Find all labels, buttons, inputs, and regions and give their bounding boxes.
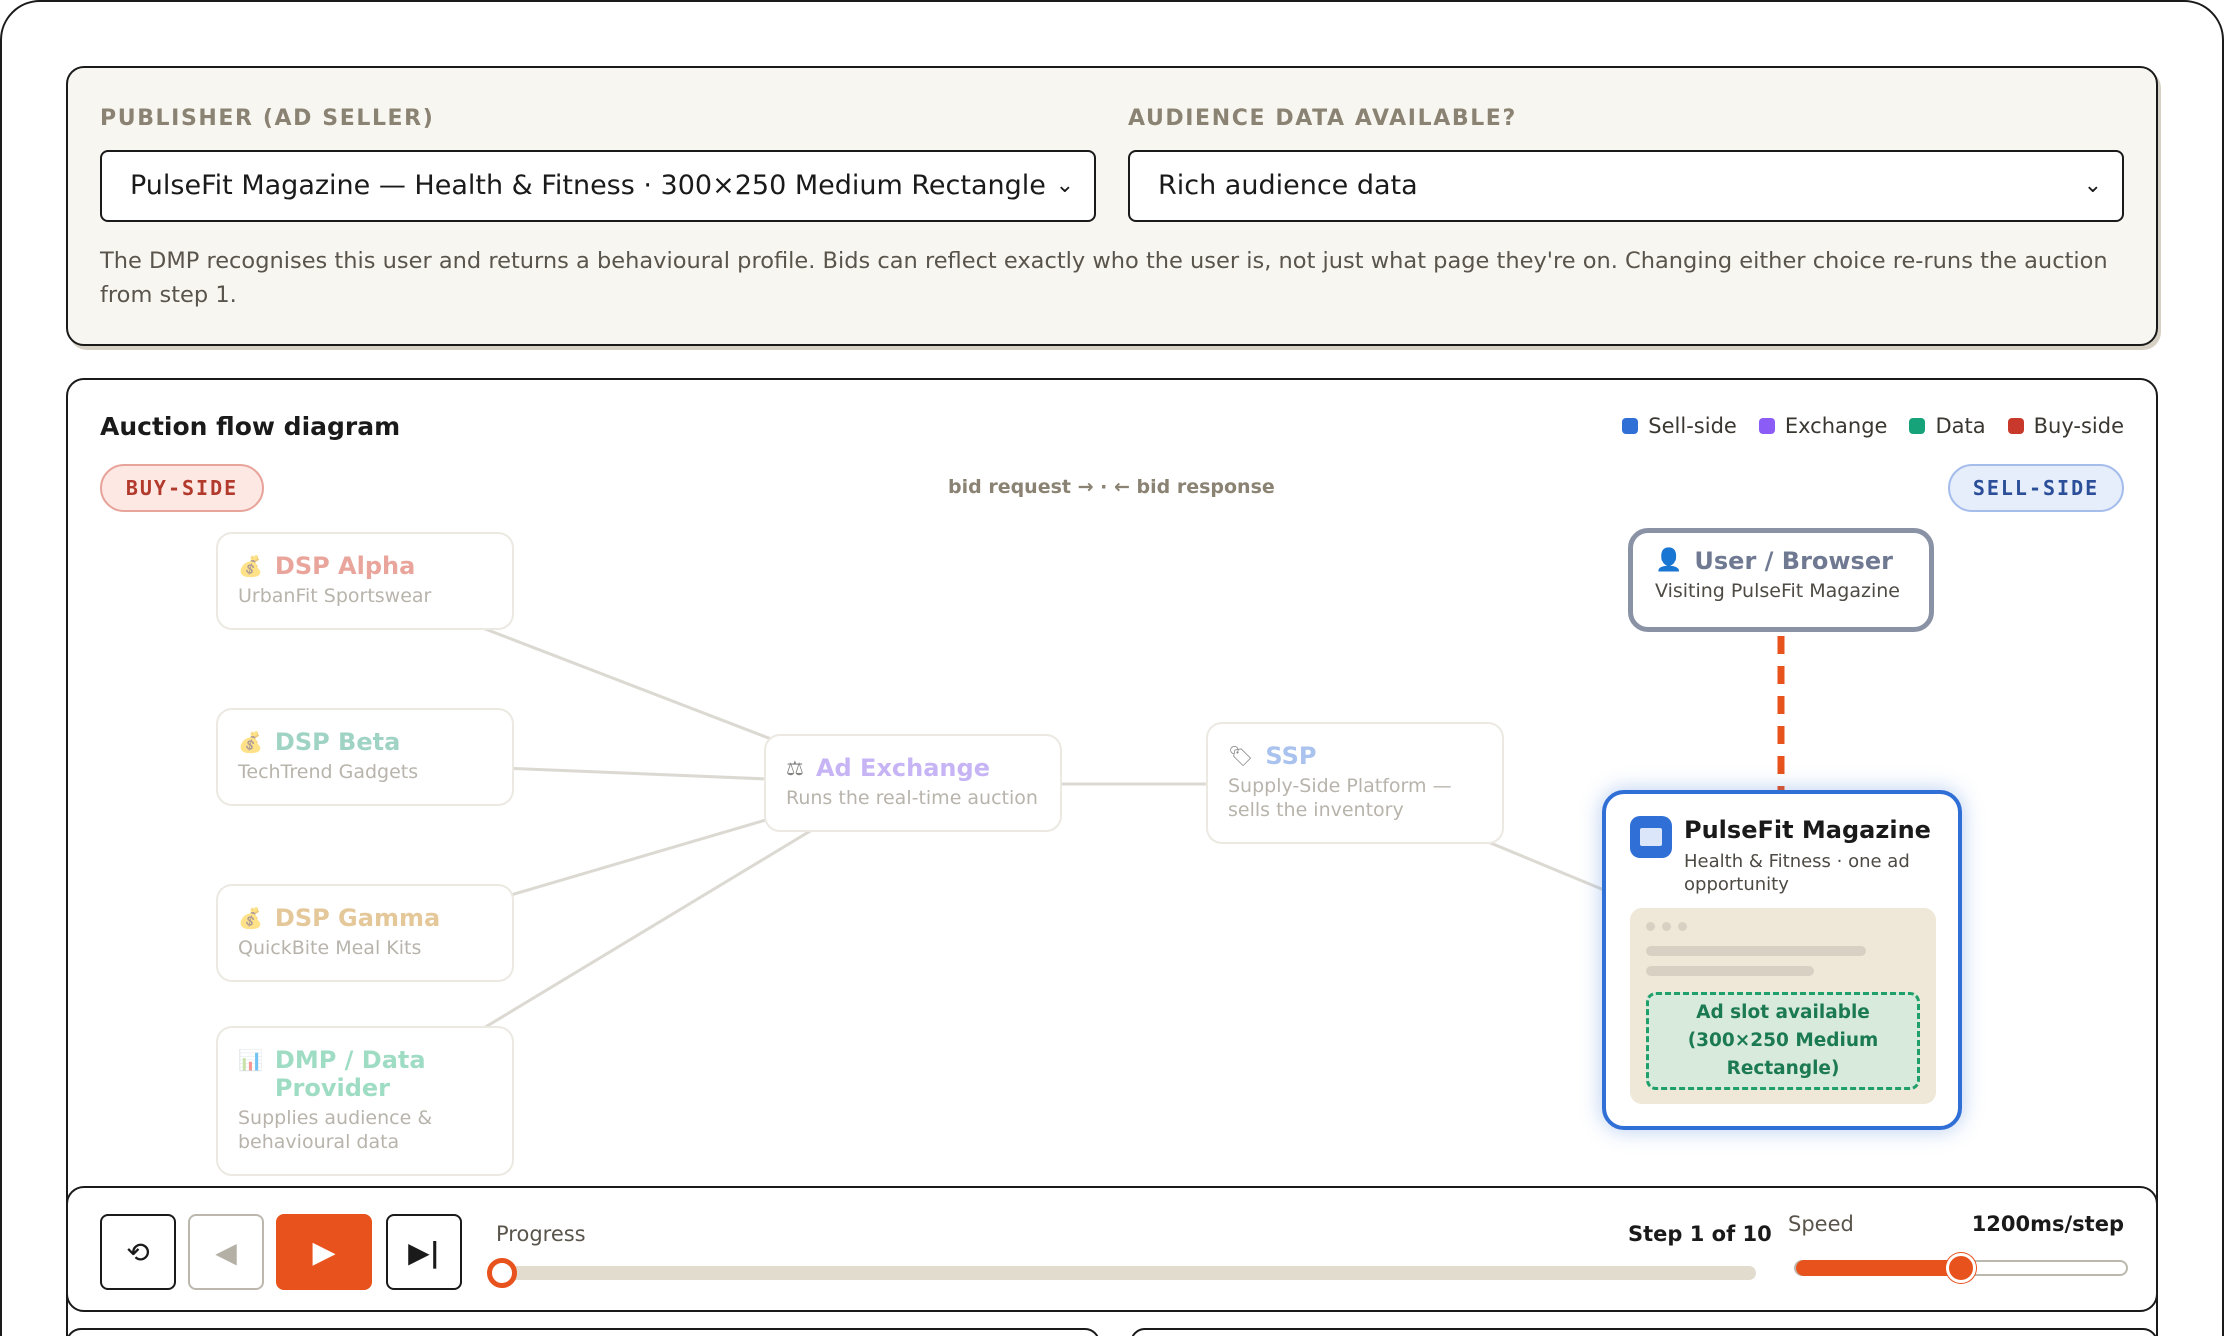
scales-icon: ⚖ xyxy=(786,756,804,780)
node-user-browser[interactable]: 👤 User / Browser Visiting PulseFit Magaz… xyxy=(1628,528,1934,632)
node-title: DSP Gamma xyxy=(274,904,441,932)
node-subtitle: Supplies audience & behavioural data xyxy=(238,1107,433,1153)
speed-label: Speed xyxy=(1788,1212,1854,1236)
node-title: Ad Exchange xyxy=(815,754,990,782)
step-back-icon: ◀ xyxy=(215,1235,237,1269)
node-subtitle: Health & Fitness · one ad opportunity xyxy=(1684,851,1910,895)
speed-slider[interactable] xyxy=(1794,1253,2128,1283)
window-dots xyxy=(1646,922,1687,931)
node-dmp[interactable]: 📊 DMP / Data Provider Supplies audience … xyxy=(216,1026,514,1176)
next-panel-left xyxy=(66,1328,1100,1336)
reset-icon: ⟲ xyxy=(126,1235,150,1269)
chevron-down-icon: ⌄ xyxy=(2083,173,2102,198)
publisher-select-value: PulseFit Magazine — Health & Fitness · 3… xyxy=(130,170,1046,201)
node-header: 💰 DSP Gamma xyxy=(238,904,492,932)
next-step-button[interactable]: ▶| xyxy=(386,1214,462,1290)
node-header: ⚖ Ad Exchange xyxy=(786,754,1040,782)
node-title: DMP / Data Provider xyxy=(274,1046,426,1102)
step-counter: Step 1 of 10 xyxy=(1628,1222,1772,1246)
node-ssp[interactable]: 🏷 SSP Supply-Side Platform — sells the i… xyxy=(1206,722,1504,844)
publisher-label: PUBLISHER (AD SELLER) xyxy=(100,106,435,131)
chevron-down-icon: ⌄ xyxy=(1055,173,1074,198)
node-header: 🏷 SSP xyxy=(1228,742,1482,770)
node-header: 💰 DSP Alpha xyxy=(238,552,492,580)
node-subtitle: Runs the real-time auction xyxy=(786,787,1038,809)
node-ad-exchange[interactable]: ⚖ Ad Exchange Runs the real-time auction xyxy=(764,734,1062,832)
controls-description: The DMP recognises this user and returns… xyxy=(100,248,2108,308)
play-icon: ▶ xyxy=(312,1234,336,1270)
progress-handle[interactable] xyxy=(487,1258,517,1288)
speed-value: 1200ms/step xyxy=(1971,1212,2124,1236)
node-subtitle: TechTrend Gadgets xyxy=(238,761,419,783)
auction-controls: PUBLISHER (AD SELLER) PulseFit Magazine … xyxy=(66,66,2158,346)
progress-label: Progress xyxy=(496,1222,586,1246)
speed-slider-fill xyxy=(1796,1260,1961,1276)
node-subtitle: QuickBite Meal Kits xyxy=(238,937,422,959)
node-header: 💰 DSP Beta xyxy=(238,728,492,756)
node-title: DSP Beta xyxy=(274,728,401,756)
node-title: SSP xyxy=(1265,742,1317,770)
node-subtitle: Supply-Side Platform — sells the invento… xyxy=(1228,775,1452,821)
node-title: DSP Alpha xyxy=(274,552,416,580)
skip-forward-icon: ▶| xyxy=(408,1235,440,1269)
bar-chart-icon: 📊 xyxy=(238,1048,263,1072)
node-dsp-gamma[interactable]: 💰 DSP Gamma QuickBite Meal Kits xyxy=(216,884,514,982)
webpage-mockup: Ad slot available (300×250 Medium Rectan… xyxy=(1630,908,1936,1104)
node-title: PulseFit Magazine xyxy=(1684,816,1931,844)
node-header: 📊 DMP / Data Provider xyxy=(238,1046,492,1102)
progress-track[interactable] xyxy=(487,1258,1756,1288)
node-dsp-beta[interactable]: 💰 DSP Beta TechTrend Gadgets xyxy=(216,708,514,806)
reset-button[interactable]: ⟲ xyxy=(100,1214,176,1290)
audience-label: AUDIENCE DATA AVAILABLE? xyxy=(1128,106,1517,131)
node-subtitle: Visiting PulseFit Magazine xyxy=(1655,580,1900,602)
previous-step-button[interactable]: ◀ xyxy=(188,1214,264,1290)
user-icon: 👤 xyxy=(1655,548,1683,573)
money-bag-icon: 💰 xyxy=(238,554,263,578)
audience-select-value: Rich audience data xyxy=(1158,170,1418,201)
speed-slider-handle[interactable] xyxy=(1946,1253,1976,1283)
publisher-select[interactable]: PulseFit Magazine — Health & Fitness · 3… xyxy=(100,150,1096,222)
next-panel-right xyxy=(1130,1328,2158,1336)
money-bag-icon: 💰 xyxy=(238,730,263,754)
node-subtitle: UrbanFit Sportswear xyxy=(238,585,432,607)
audience-select[interactable]: Rich audience data ⌄ xyxy=(1128,150,2124,222)
placeholder-line xyxy=(1646,966,1814,976)
node-dsp-alpha[interactable]: 💰 DSP Alpha UrbanFit Sportswear xyxy=(216,532,514,630)
tag-icon: 🏷 xyxy=(1228,744,1254,768)
play-button[interactable]: ▶ xyxy=(276,1214,372,1290)
node-title: User / Browser xyxy=(1694,547,1893,575)
node-header: 👤 User / Browser xyxy=(1655,547,1907,575)
placeholder-line xyxy=(1646,946,1866,956)
node-publisher[interactable]: PulseFit Magazine Health & Fitness · one… xyxy=(1602,790,1962,1130)
newspaper-icon xyxy=(1630,816,1672,858)
node-header: PulseFit Magazine Health & Fitness · one… xyxy=(1630,816,1934,896)
ad-slot: Ad slot available (300×250 Medium Rectan… xyxy=(1646,992,1920,1090)
money-bag-icon: 💰 xyxy=(238,906,263,930)
playback-controls: ⟲ ◀ ▶ ▶| Progress Step 1 of 10 Speed 120… xyxy=(66,1186,2158,1312)
